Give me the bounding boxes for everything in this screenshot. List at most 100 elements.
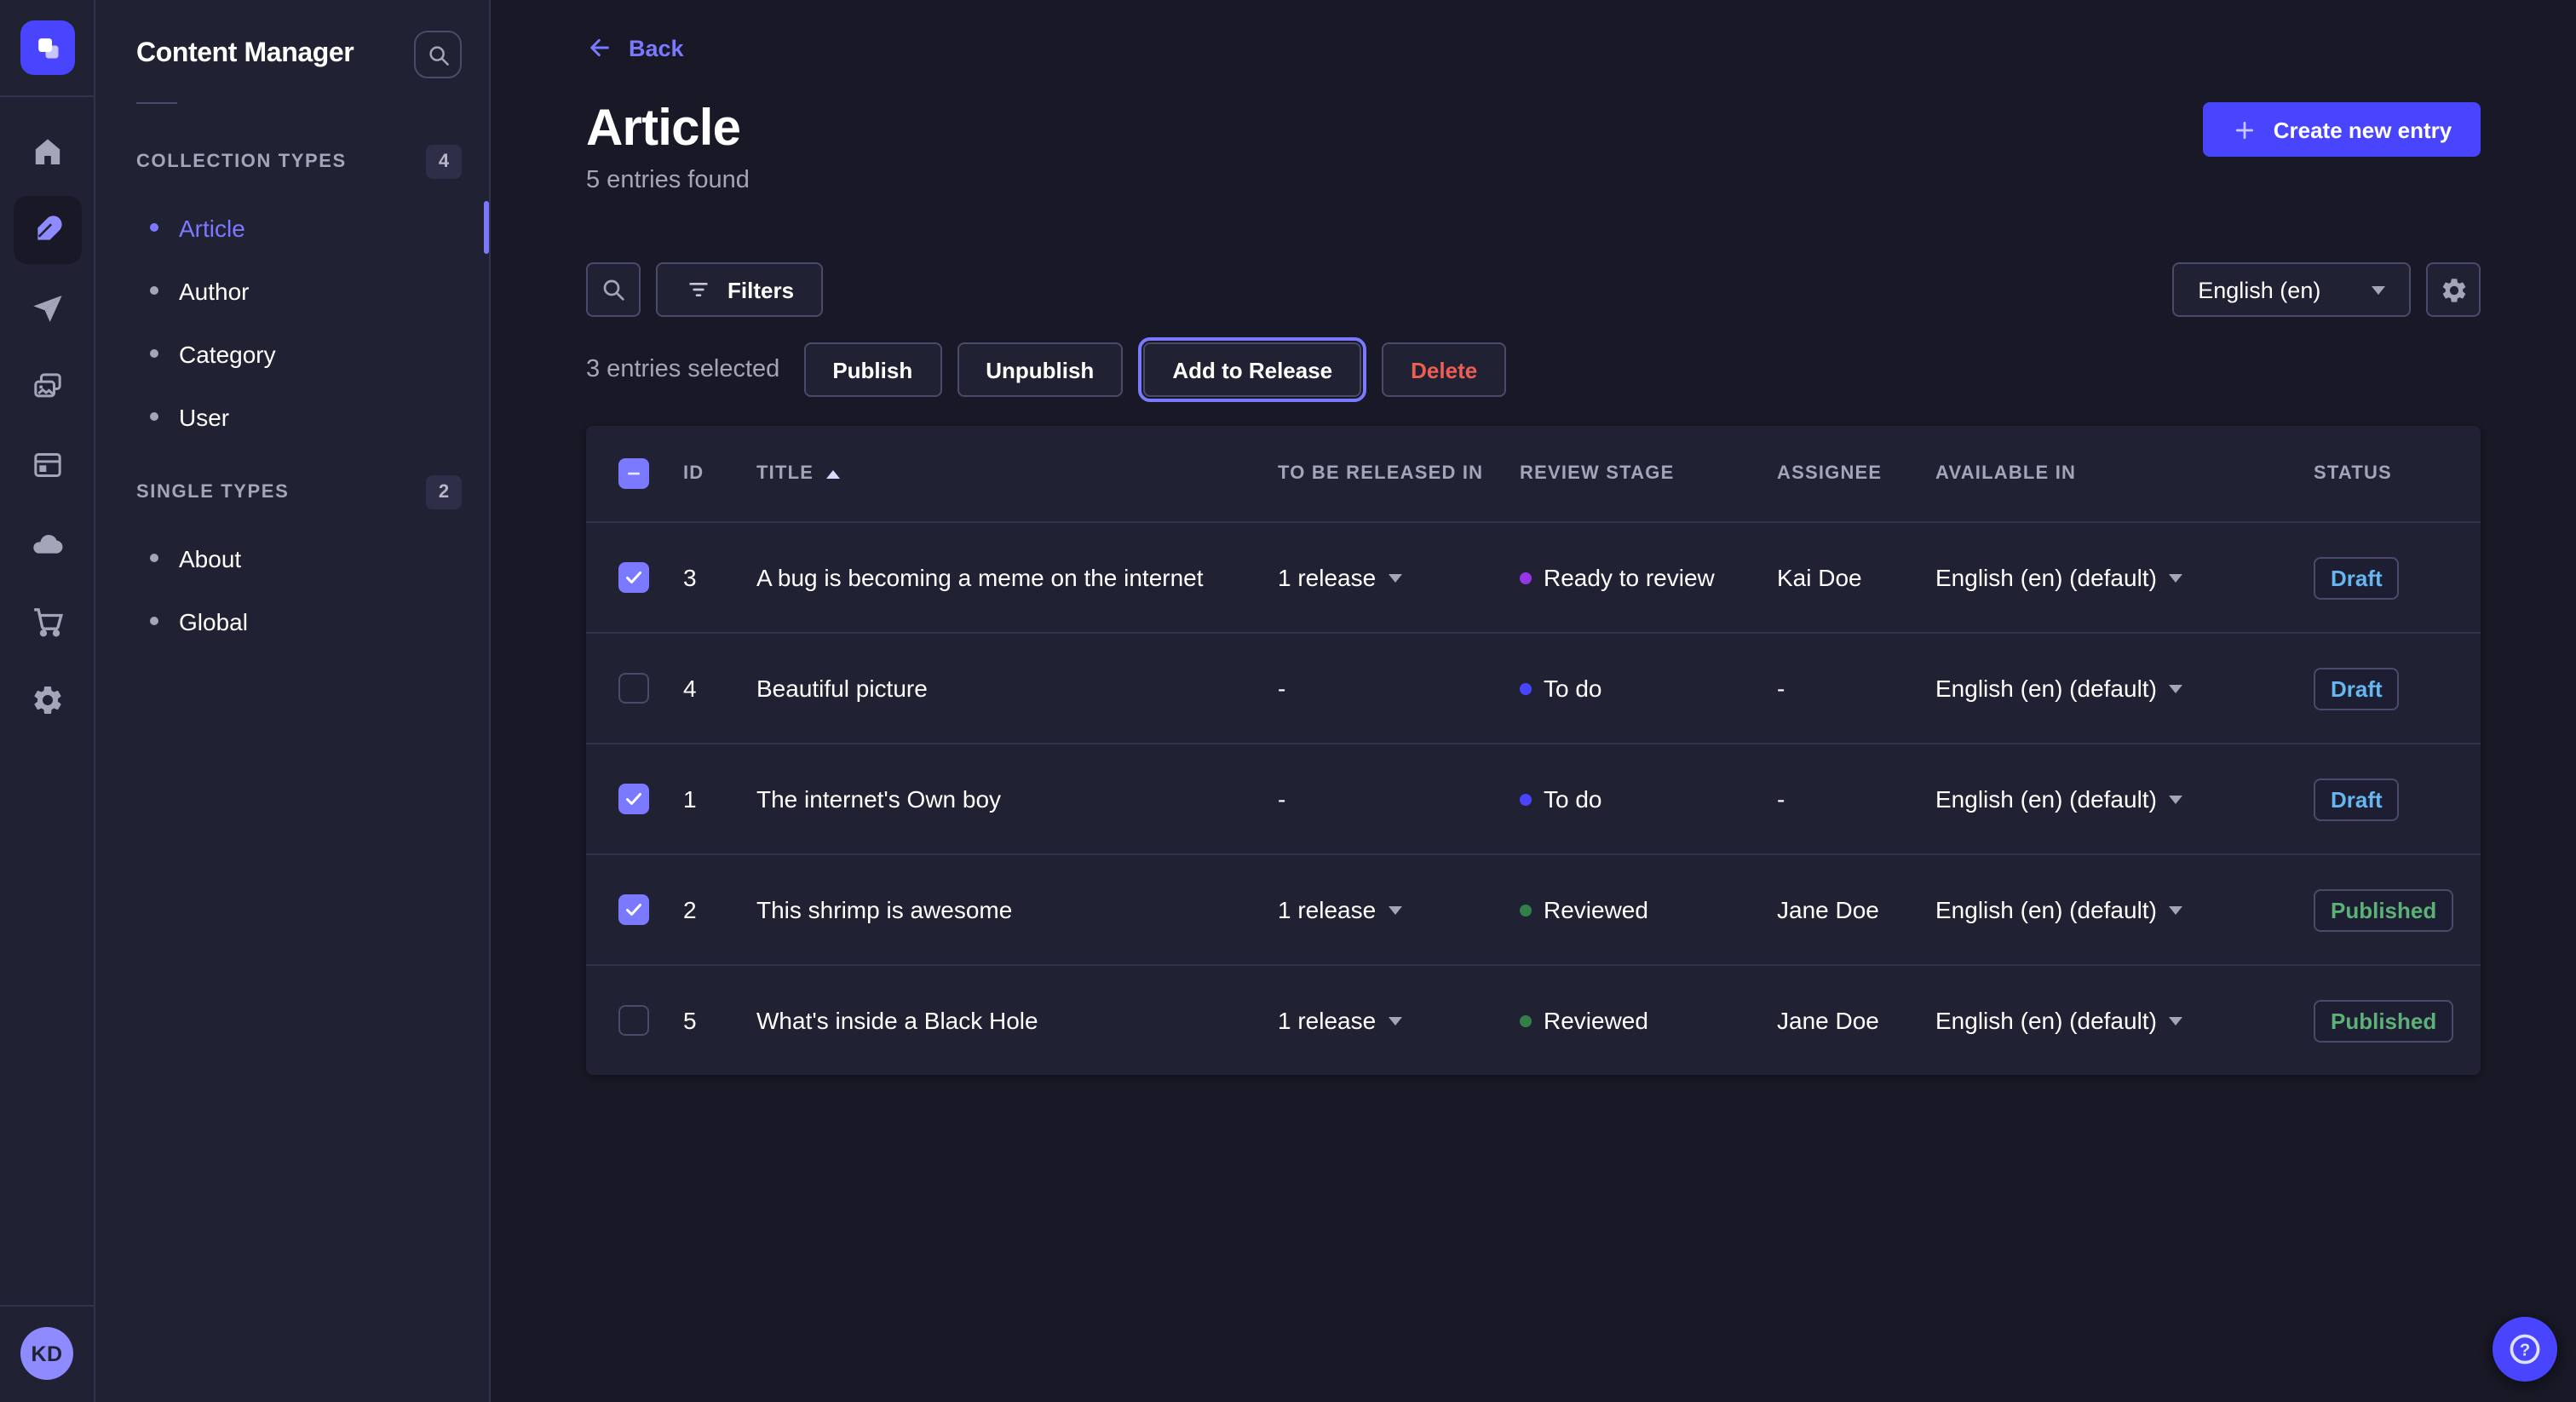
cell-status: Draft [2314,778,2453,820]
sidebar-item-category[interactable]: Category [95,322,489,385]
stage-dot-icon [1520,793,1532,805]
gear-icon[interactable] [13,666,81,734]
stage-dot-icon [1520,572,1532,583]
locale-value: English (en) (default) [1935,785,2157,813]
column-header-id: ID [683,463,756,484]
help-button[interactable]: ? [2493,1317,2557,1382]
cell-status: Published [2314,888,2453,931]
locale-value: English (en) (default) [1935,564,2157,591]
locale-select[interactable]: English (en) [2172,262,2411,317]
delete-button[interactable]: Delete [1382,342,1506,397]
sidebar-item-label: Author [179,277,250,304]
bullet-icon [150,554,158,562]
cell-id: 5 [683,1007,756,1034]
question-mark-icon: ? [2506,1330,2544,1368]
locale-chevron-icon[interactable] [2169,795,2182,803]
sidebar-item-author[interactable]: Author [95,259,489,322]
column-header-title-sort[interactable]: TITLE [756,463,1278,484]
layout-icon[interactable] [13,431,81,499]
entries-table: ID TITLE TO BE RELEASED IN REVIEW STAGE … [586,426,2481,1075]
release-menu-chevron-icon[interactable] [1388,905,1401,914]
row-checkbox[interactable] [618,673,649,704]
status-badge: Draft [2314,667,2400,710]
create-new-entry-button[interactable]: Create new entry [2204,102,2481,157]
publish-button[interactable]: Publish [803,342,941,397]
locale-value: English (en) (default) [1935,675,2157,702]
plus-icon [2233,117,2258,142]
release-menu-chevron-icon[interactable] [1388,573,1401,582]
cell-to-be-released-in: - [1278,675,1520,702]
section-label: SINGLE TYPES [136,482,289,503]
cell-assignee: - [1777,785,1935,813]
locale-chevron-icon[interactable] [2169,684,2182,692]
cell-to-be-released-in: 1 release [1278,1007,1520,1034]
select-all-checkbox[interactable] [618,458,649,489]
home-icon[interactable] [13,118,81,186]
bullet-icon [150,349,158,358]
table-row: 5What's inside a Black Hole1 releaseRevi… [586,964,2481,1075]
cell-title: A bug is becoming a meme on the internet [756,564,1278,591]
avatar[interactable]: KD [20,1327,73,1380]
cell-review-stage: Reviewed [1520,1007,1777,1034]
back-link[interactable]: Back [586,34,684,61]
cell-id: 2 [683,896,756,923]
paper-plane-icon[interactable] [13,274,81,342]
entries-count: 5 entries found [586,167,2481,194]
row-checkbox[interactable] [618,562,649,593]
stage-label: Reviewed [1544,896,1648,923]
cell-to-be-released-in: - [1278,785,1520,813]
column-header-available-in: AVAILABLE IN [1935,463,2314,484]
table-row: 4Beautiful picture-To do-English (en) (d… [586,632,2481,743]
sidebar-title: Content Manager [136,39,354,70]
sidebar-item-article[interactable]: Article [95,196,489,259]
sidebar-section: SINGLE TYPES 2 About Global [95,475,489,652]
cell-assignee: Kai Doe [1777,564,1935,591]
sidebar-item-label: Global [179,607,248,635]
locale-value: English (en) [2198,277,2320,302]
status-badge: Draft [2314,778,2400,820]
cell-assignee: - [1777,675,1935,702]
media-library-icon[interactable] [13,353,81,421]
row-checkbox[interactable] [618,1005,649,1036]
rail-bottom-divider [0,1305,94,1307]
cloud-icon[interactable] [13,509,81,577]
stage-dot-icon [1520,1014,1532,1026]
cart-icon[interactable] [13,588,81,656]
unpublish-button[interactable]: Unpublish [957,342,1123,397]
release-menu-chevron-icon[interactable] [1388,1016,1401,1025]
filter-icon [685,276,712,303]
status-badge: Published [2314,888,2453,931]
locale-chevron-icon[interactable] [2169,1016,2182,1025]
filters-button[interactable]: Filters [656,262,823,317]
sidebar-item-user[interactable]: User [95,385,489,448]
status-badge: Draft [2314,556,2400,599]
gear-icon[interactable] [2426,262,2481,317]
main-nav-rail: KD [0,0,95,1402]
row-checkbox[interactable] [618,784,649,814]
locale-chevron-icon[interactable] [2169,905,2182,914]
selection-count: 3 entries selected [586,356,779,383]
locale-value: English (en) (default) [1935,896,2157,923]
strapi-logo[interactable] [20,20,74,75]
column-header-status: STATUS [2314,463,2453,484]
section-count-badge: 2 [426,475,462,509]
back-label: Back [629,35,684,60]
search-icon[interactable] [586,262,641,317]
row-checkbox[interactable] [618,894,649,925]
arrow-left-icon [586,34,613,61]
add-to-release-button[interactable]: Add to Release [1143,342,1361,397]
search-icon[interactable] [414,31,462,78]
locale-chevron-icon[interactable] [2169,573,2182,582]
sidebar-item-global[interactable]: Global [95,589,489,652]
feather-icon[interactable] [13,196,81,264]
column-header-assignee: ASSIGNEE [1777,463,1935,484]
cell-id: 4 [683,675,756,702]
release-value: 1 release [1278,1007,1376,1034]
cell-title: Beautiful picture [756,675,1278,702]
filters-label: Filters [727,277,794,302]
bullet-icon [150,223,158,232]
svg-text:?: ? [2520,1341,2530,1359]
strapi-logo-icon [30,31,64,65]
sidebar-item-about[interactable]: About [95,526,489,589]
release-value: - [1278,785,1285,813]
